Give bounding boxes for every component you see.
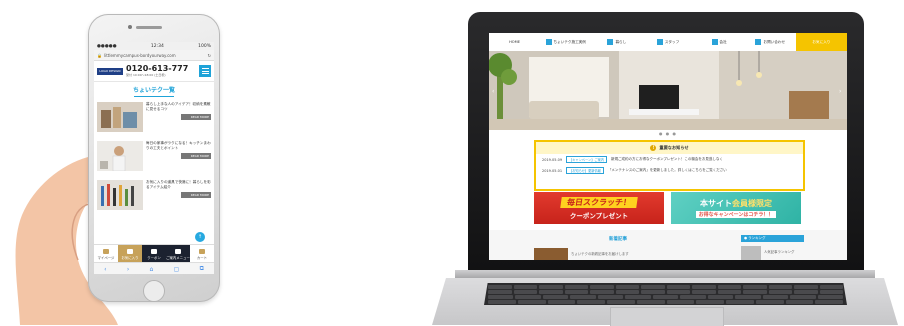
tab-mypage[interactable]: マイページ [94,245,118,263]
nav-company[interactable]: 会社 [694,33,745,51]
nav-favorites[interactable]: お気に入り [795,33,847,51]
browser-url-bar[interactable]: 🔒 littlemmycampus-bordyourway.com ↻ [94,50,214,61]
member-campaign-banner[interactable]: 本サイト会員様限定 お得なキャンペーンはコチラ！！ [671,192,801,224]
site-nav: HOME ちょいテク施工実例 暮らし スタッフ 会社 お問い合わせ お気に入り [489,33,847,52]
phone-number: 0120-613-777 [126,64,189,73]
news-date: 2019.05.01 [542,168,563,173]
building-icon [711,39,718,45]
read-more-button[interactable]: READ MORE [181,114,211,120]
article-thumbnail [97,102,143,132]
banner-subtitle: クーポンプレゼント [569,211,629,220]
browser-nav-bar: ‹ › ⌂ ▢ ⧉ [94,262,214,274]
sidebar-text: 人気記事ランキング [764,250,795,254]
scroll-top-button[interactable]: ↑ [195,232,205,242]
status-bar: ●●●●● 12:34 100% [94,42,214,50]
status-time: 12:34 [150,43,164,49]
section-heading: 新着記事 [609,237,627,242]
article-text: 暮らし上手な人のアイデア！収納を素敵に見せるコツ [146,102,211,111]
home-icon[interactable]: ⌂ [150,266,154,273]
nav-life[interactable]: 暮らし [591,33,642,51]
news-box: ! 重要なお知らせ 2019.05.09 【キャンペーン】ご案内 新規ご成約の方… [534,140,805,191]
home-button[interactable] [143,280,165,302]
heart-icon [127,248,133,254]
cart-icon [199,248,205,254]
hero-slider-image[interactable]: ‹ › [489,51,847,130]
read-more-button[interactable]: READ MORE [181,192,211,198]
sidebar-thumbnail[interactable] [741,246,761,260]
earpiece-speaker [136,26,162,29]
tab-coupon[interactable]: クーポン [142,245,166,263]
phone-number-block[interactable]: 0120-613-777 受付 10:00〜18:00 (土日祝) [126,64,189,78]
banner-title: 毎日スクラッチ！ [560,196,638,208]
read-more-button[interactable]: READ MORE [181,153,211,159]
user-icon [103,248,109,254]
info-icon: ! [650,145,657,151]
news-row[interactable]: 2019.05.09 【キャンペーン】ご案内 新規ご成約の方にお得なクーポンプレ… [536,154,803,165]
article-text: ちょいテクの新着記事をお届けします [571,252,629,256]
nav-contact[interactable]: お問い合わせ [745,33,796,51]
list-item[interactable]: お気に入りの道具で快適に！暮らしを彩るアイテム紹介 READ MORE [94,177,214,216]
sidebar-heading: ● ランキング [741,235,804,242]
forward-icon[interactable]: › [127,266,129,273]
bottom-tab-bar: マイページ お気に入り クーポン ご案内メニュー カート [94,244,214,263]
new-articles-section: 新着記事 ● ランキング ちょいテクの新着記事をお届けします 人気記事ランキング [489,230,847,260]
banner-title: 本サイト会員様限定 [700,199,772,208]
article-thumbnail[interactable] [534,248,568,260]
tab-favorites[interactable]: お気に入り [118,245,142,263]
hamburger-menu-icon[interactable] [199,65,211,77]
news-title: 重要なお知らせ [659,145,689,150]
news-category: 【お知らせ】更新情報 [566,167,604,174]
house-icon [545,39,552,45]
slider-prev-icon: ‹ [492,88,494,95]
lock-icon: 🔒 [97,52,102,58]
trackpad [610,307,724,326]
laptop-screen: HOME ちょいテク施工実例 暮らし スタッフ 会社 お問い合わせ お気に入り … [489,33,847,260]
article-text: お気に入りの道具で快適に！暮らしを彩るアイテム紹介 [146,180,211,189]
tab-cart[interactable]: カート [190,245,214,263]
nav-examples[interactable]: ちょいテク施工実例 [540,33,591,51]
site-logo[interactable]: LOGO DESIGN [97,67,123,75]
tabs-icon[interactable]: ⧉ [200,265,204,273]
list-item[interactable]: 暮らし上手な人のアイデア！収納を素敵に見せるコツ READ MORE [94,99,214,138]
bookmarks-icon[interactable]: ▢ [174,266,180,273]
front-camera [128,25,132,29]
back-icon[interactable]: ‹ [104,266,106,273]
article-thumbnail [97,180,143,210]
tab-menu[interactable]: ご案内メニュー [166,245,190,263]
leaf-icon [607,39,614,45]
phone-hours: 受付 10:00〜18:00 (土日祝) [126,73,166,77]
carrier-signal: ●●●●● [97,43,117,49]
battery-level: 100% [198,43,211,49]
scratch-campaign-banner[interactable]: 毎日スクラッチ！ クーポンプレゼント [534,192,664,224]
phone-screen: ●●●●● 12:34 100% 🔒 littlemmycampus-bordy… [94,42,214,274]
banner-subtitle: お得なキャンペーンはコチラ！！ [695,211,777,218]
people-icon [656,39,663,45]
section-title: ちょいテク一覧 [94,85,214,97]
nav-staff[interactable]: スタッフ [642,33,693,51]
smartphone: ●●●●● 12:34 100% 🔒 littlemmycampus-bordy… [88,14,220,302]
laptop-hinge [455,270,875,278]
mail-icon [755,39,762,45]
news-text: 新規ご成約の方にお得なクーポンプレゼント！この機会をお見逃しなく [610,157,723,161]
url-text: littlemmycampus-bordyourway.com [103,52,176,58]
coupon-icon [151,248,157,254]
slider-dots[interactable]: ● ● ● [489,131,847,136]
news-date: 2019.05.09 [542,157,563,162]
article-thumbnail [97,141,143,171]
article-text: 毎日の家事がラクになる！キッチンまわりの工夫とポイント [146,141,211,150]
news-category: 【キャンペーン】ご案内 [566,156,607,163]
keyboard [484,283,847,305]
news-text: 「メンテナンスのご案内」を更新しました。詳しくはこちらをご覧ください [607,168,727,172]
menu-icon [175,248,181,254]
slider-next-icon: › [839,88,841,95]
site-header: LOGO DESIGN 0120-613-777 受付 10:00〜18:00 … [94,61,214,82]
list-item[interactable]: 毎日の家事がラクになる！キッチンまわりの工夫とポイント READ MORE [94,138,214,177]
nav-home[interactable]: HOME [489,33,540,51]
news-header: ! 重要なお知らせ [536,142,803,154]
news-row[interactable]: 2019.05.01 【お知らせ】更新情報 「メンテナンスのご案内」を更新しまし… [536,165,803,176]
reload-icon[interactable]: ↻ [208,53,211,58]
